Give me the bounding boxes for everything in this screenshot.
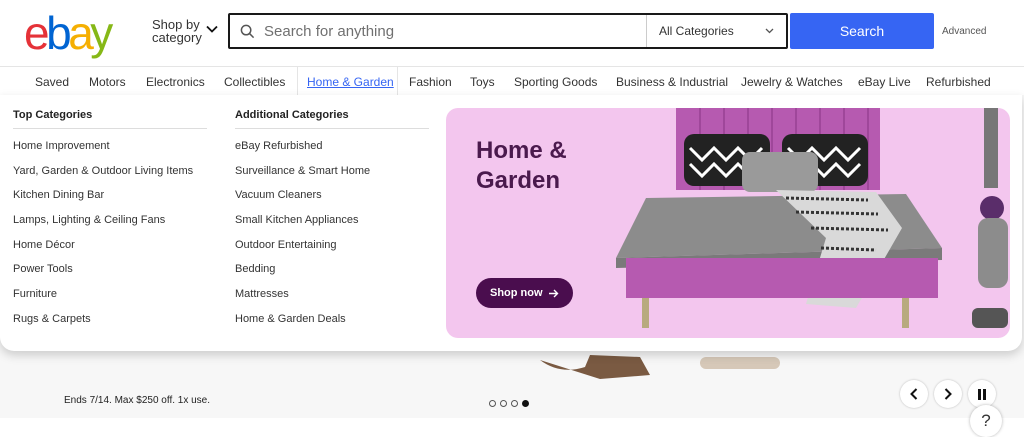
nav-item-sporting-goods[interactable]: Sporting Goods [514,75,597,89]
home-garden-promo[interactable]: Home & Garden Shop now [446,108,1010,338]
carousel-pause-button[interactable] [968,380,996,408]
category-select-value: All Categories [659,24,734,38]
logo-letter-b: b [46,7,72,59]
nav-item-home-garden[interactable]: Home & Garden [307,75,394,89]
carousel-next-button[interactable] [934,380,962,408]
nav-item-collectibles[interactable]: Collectibles [224,75,285,89]
logo-letter-a: a [68,7,94,59]
bed-product-image [616,108,1008,328]
chevron-right-icon [944,388,952,400]
additional-categories-heading: Additional Categories [235,109,429,129]
pause-icon [978,388,986,400]
category-nav: Saved Motors Electronics Collectibles Ho… [0,66,1024,96]
top-category-link[interactable]: Kitchen Dining Bar [13,188,207,213]
search-input[interactable] [264,16,646,46]
nav-item-jewelry-watches[interactable]: Jewelry & Watches [741,75,843,89]
top-category-link[interactable]: Home Décor [13,238,207,263]
top-category-link[interactable]: Home Improvement [13,139,207,164]
additional-category-link[interactable]: Vacuum Cleaners [235,188,429,213]
search-icon [230,24,264,39]
category-select[interactable]: All Categories [646,15,786,47]
nav-item-ebay-live[interactable]: eBay Live [858,75,911,89]
hero-legal-text: Ends 7/14. Max $250 off. 1x use. [64,395,211,406]
nav-item-business-industrial[interactable]: Business & Industrial [616,75,728,89]
shop-now-button[interactable]: Shop now [476,278,573,308]
chevron-down-icon [765,28,774,34]
arrow-right-icon [548,289,559,297]
top-category-link[interactable]: Rugs & Carpets [13,312,207,337]
promo-title-line2: Garden [476,167,561,194]
nav-item-refurbished[interactable]: Refurbished [926,75,991,89]
nav-item-motors[interactable]: Motors [89,75,126,89]
nav-item-saved[interactable]: Saved [35,75,69,89]
carousel-dot[interactable] [489,400,496,407]
logo-letter-y: y [90,7,113,59]
nav-item-toys[interactable]: Toys [470,75,495,89]
carousel-dot[interactable] [500,400,507,407]
additional-category-link[interactable]: Home & Garden Deals [235,312,429,337]
carousel-prev-button[interactable] [900,380,928,408]
additional-category-link[interactable]: Surveillance & Smart Home [235,164,429,189]
carousel-dots [489,400,529,407]
additional-category-link[interactable]: Bedding [235,262,429,287]
ebay-logo[interactable]: ebay [24,7,113,59]
help-button[interactable]: ? [970,405,1002,437]
shop-now-label: Shop now [490,287,543,299]
hero-product-image [540,355,780,379]
logo-letter-e: e [24,7,50,59]
top-categories-heading: Top Categories [13,109,207,129]
chevron-left-icon [910,388,918,400]
shop-by-category-button[interactable]: Shop by category [152,18,222,44]
nav-item-electronics[interactable]: Electronics [146,75,205,89]
home-garden-dropdown: Top Categories Home Improvement Yard, Ga… [0,95,1022,351]
additional-category-link[interactable]: Small Kitchen Appliances [235,213,429,238]
chevron-down-icon [206,25,218,33]
top-category-link[interactable]: Power Tools [13,262,207,287]
additional-categories-column: Additional Categories eBay Refurbished S… [235,109,429,337]
top-category-link[interactable]: Yard, Garden & Outdoor Living Items [13,164,207,189]
carousel-dot-active[interactable] [522,400,529,407]
search-bar: All Categories [228,13,788,49]
additional-category-link[interactable]: Mattresses [235,287,429,312]
top-categories-column: Top Categories Home Improvement Yard, Ga… [13,109,207,337]
header: ebay Shop by category All Categories Sea… [0,0,1024,66]
top-category-link[interactable]: Lamps, Lighting & Ceiling Fans [13,213,207,238]
additional-category-link[interactable]: Outdoor Entertaining [235,238,429,263]
top-category-link[interactable]: Furniture [13,287,207,312]
promo-title-line1: Home & [476,137,567,164]
nav-item-fashion[interactable]: Fashion [409,75,452,89]
advanced-search-link[interactable]: Advanced [942,26,986,37]
promo-title: Home & Garden [476,136,616,196]
carousel-dot[interactable] [511,400,518,407]
search-button[interactable]: Search [790,13,934,49]
additional-category-link[interactable]: eBay Refurbished [235,139,429,164]
